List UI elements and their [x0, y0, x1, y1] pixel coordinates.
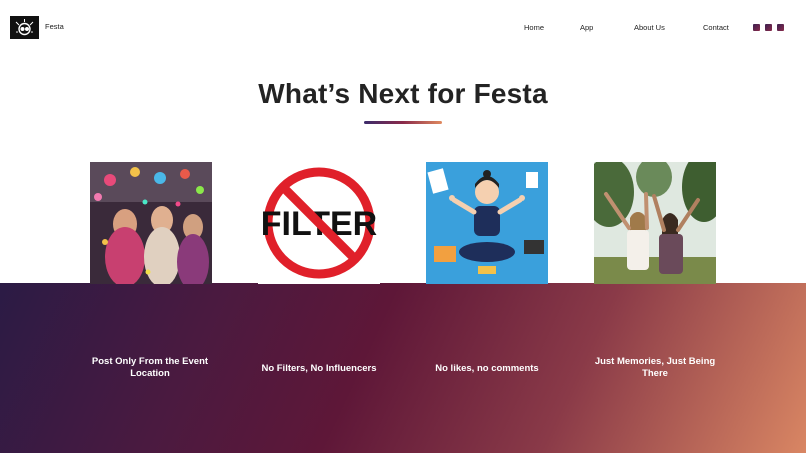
page-title: What’s Next for Festa: [258, 78, 548, 109]
meditating-woman-illustration: [426, 162, 548, 284]
nav-app[interactable]: App: [580, 23, 593, 32]
no-filter-sign-image: FILTER: [258, 162, 380, 284]
social-icon-2[interactable]: [765, 24, 772, 31]
festa-logo-icon[interactable]: [10, 16, 39, 39]
social-icon-3[interactable]: [777, 24, 784, 31]
feature-title-no-filters: No Filters, No Influencers: [261, 363, 377, 374]
brand-name[interactable]: Festa: [45, 22, 64, 31]
nav-home[interactable]: Home: [524, 23, 544, 32]
party-crowd-image: [90, 162, 212, 284]
friends-outdoors-image: [594, 162, 716, 284]
nav-about-us[interactable]: About Us: [634, 23, 665, 32]
social-icon-1[interactable]: [753, 24, 760, 31]
feature-title-memories: Just Memories, Just Being There: [594, 356, 716, 379]
feature-title-no-likes: No likes, no comments: [435, 363, 539, 374]
title-divider: [364, 121, 442, 124]
site-header: Festa Home App About Us Contact: [0, 0, 806, 56]
nav-contact[interactable]: Contact: [703, 23, 729, 32]
feature-title-location: Post Only From the Event Location: [91, 356, 209, 379]
